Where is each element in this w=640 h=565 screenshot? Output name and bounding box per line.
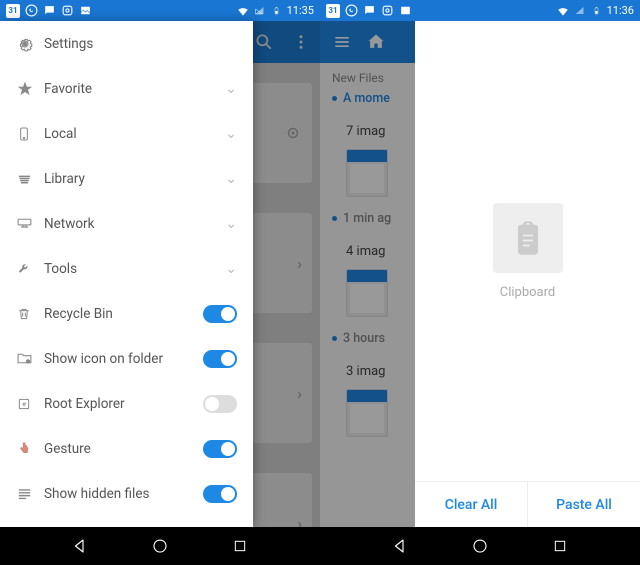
gear-icon — [16, 35, 44, 53]
battery-icon — [590, 4, 604, 18]
drawer-item-hidden[interactable]: Show hidden files — [0, 471, 253, 516]
wifi-icon — [236, 4, 250, 18]
clock: 11:36 — [607, 4, 634, 17]
home-button[interactable] — [470, 536, 490, 556]
drawer-label: Library — [44, 171, 225, 187]
drawer-item-library[interactable]: Library ⌄ — [0, 156, 253, 201]
message-icon — [42, 4, 56, 18]
clipboard-icon — [493, 203, 563, 273]
drawer-label: Recycle Bin — [44, 306, 203, 322]
status-bar: 31 11:36 — [320, 0, 640, 21]
network-icon — [16, 215, 44, 232]
system-nav — [320, 527, 640, 565]
root-icon: # — [16, 396, 44, 412]
star-icon — [16, 80, 44, 98]
system-nav — [0, 527, 320, 565]
drawer-label: Root Explorer — [44, 396, 203, 412]
phone-right: 31 11:36 New Files A mome 7 im — [320, 0, 640, 565]
back-button[interactable] — [70, 536, 90, 556]
clear-all-button[interactable]: Clear All — [415, 482, 528, 527]
wifi-icon — [556, 4, 570, 18]
calendar-icon: 31 — [6, 4, 20, 18]
message-icon — [362, 4, 376, 18]
clock: 11:35 — [287, 4, 314, 17]
home-button[interactable] — [150, 536, 170, 556]
wrench-icon — [16, 260, 44, 277]
folder-badge-icon — [16, 350, 44, 367]
gesture-icon — [16, 440, 44, 457]
signal-icon — [573, 4, 587, 18]
instagram-icon — [380, 4, 394, 18]
toggle-switch[interactable] — [203, 485, 237, 503]
chevron-down-icon: ⌄ — [225, 171, 237, 187]
image-icon — [78, 4, 92, 18]
drawer-item-network[interactable]: Network ⌄ — [0, 201, 253, 246]
toggle-switch[interactable] — [203, 395, 237, 413]
instagram-icon — [60, 4, 74, 18]
chevron-down-icon: ⌄ — [225, 81, 237, 97]
paste-all-button[interactable]: Paste All — [528, 482, 640, 527]
drawer-item-local[interactable]: Local ⌄ — [0, 111, 253, 156]
trash-icon — [16, 306, 44, 322]
chevron-down-icon: ⌄ — [225, 126, 237, 142]
drawer-item-tools[interactable]: Tools ⌄ — [0, 246, 253, 291]
drawer-item-settings[interactable]: Settings — [0, 21, 253, 66]
drawer-label: Favorite — [44, 81, 225, 97]
drawer-item-favorite[interactable]: Favorite ⌄ — [0, 66, 253, 111]
recents-button[interactable] — [550, 536, 570, 556]
whatsapp-icon — [24, 4, 38, 18]
drawer-item-foldericon[interactable]: Show icon on folder — [0, 336, 253, 381]
toggle-switch[interactable] — [203, 350, 237, 368]
signal-icon — [253, 4, 267, 18]
phone-left: 31 11:35 › › › — [0, 0, 320, 565]
phone-icon — [16, 126, 44, 142]
library-icon — [16, 170, 44, 187]
drawer-label: Local — [44, 126, 225, 142]
whatsapp-icon — [344, 4, 358, 18]
toggle-switch[interactable] — [203, 305, 237, 323]
recents-button[interactable] — [230, 536, 250, 556]
status-bar: 31 11:35 — [0, 0, 320, 21]
drawer-label: Gesture — [44, 441, 203, 457]
drawer-label: Network — [44, 216, 225, 232]
svg-text:#: # — [22, 400, 27, 408]
chevron-down-icon: ⌄ — [225, 261, 237, 277]
lines-icon — [16, 485, 44, 502]
calendar-icon: 31 — [326, 4, 340, 18]
drawer-label: Show icon on folder — [44, 351, 203, 367]
image-icon — [398, 4, 412, 18]
toggle-switch[interactable] — [203, 440, 237, 458]
clipboard-label: Clipboard — [500, 285, 556, 300]
drawer-label: Show hidden files — [44, 486, 203, 502]
back-button[interactable] — [390, 536, 410, 556]
drawer-item-root[interactable]: # Root Explorer — [0, 381, 253, 426]
nav-drawer: Settings Favorite ⌄ Local ⌄ Library ⌄ Ne… — [0, 21, 253, 527]
drawer-label: Tools — [44, 261, 225, 277]
chevron-down-icon: ⌄ — [225, 216, 237, 232]
battery-icon — [270, 4, 284, 18]
drawer-label: Settings — [44, 36, 237, 52]
drawer-item-gesture[interactable]: Gesture — [0, 426, 253, 471]
clipboard-panel: Clipboard Clear All Paste All — [415, 21, 640, 527]
drawer-item-recycle[interactable]: Recycle Bin — [0, 291, 253, 336]
